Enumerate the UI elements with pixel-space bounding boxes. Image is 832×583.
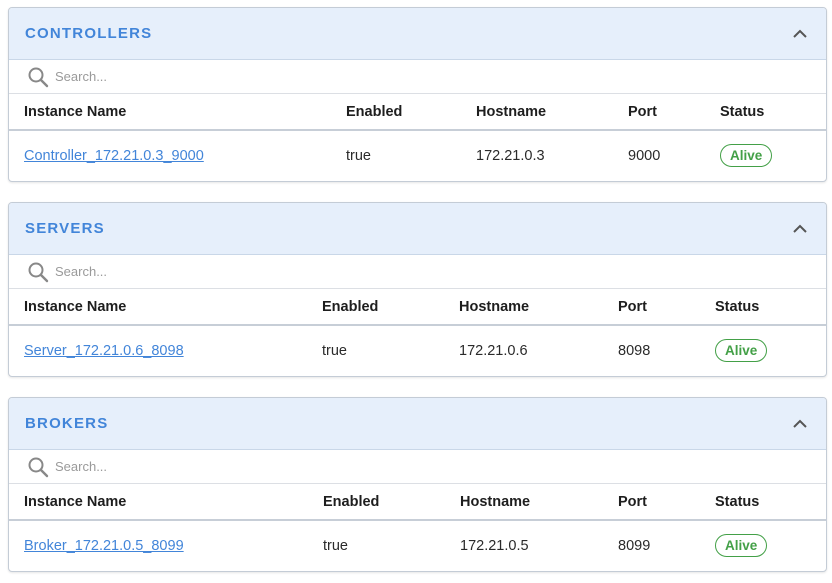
enabled-value: true: [322, 342, 347, 359]
brokers-panel-header[interactable]: BROKERS: [9, 398, 826, 450]
table-header-row: Instance Name Enabled Hostname Port Stat…: [9, 484, 826, 521]
instance-link[interactable]: Controller_172.21.0.3_9000: [24, 148, 204, 164]
search-icon: [28, 457, 49, 477]
column-header-port[interactable]: Port: [618, 484, 647, 519]
table-row: Controller_172.21.0.3_9000 true 172.21.0…: [9, 131, 826, 180]
table-row: Broker_172.21.0.5_8099 true 172.21.0.5 8…: [9, 521, 826, 570]
column-header-enabled[interactable]: Enabled: [346, 94, 402, 129]
instances-table: Instance Name Enabled Hostname Port Stat…: [9, 484, 826, 570]
hostname-value: 172.21.0.6: [459, 342, 528, 359]
enabled-value: true: [346, 147, 371, 164]
column-header-hostname[interactable]: Hostname: [460, 484, 530, 519]
chevron-up-icon[interactable]: [792, 221, 808, 237]
column-header-status[interactable]: Status: [715, 289, 759, 324]
search-icon: [28, 67, 49, 87]
column-header-enabled[interactable]: Enabled: [323, 484, 379, 519]
column-header-hostname[interactable]: Hostname: [476, 94, 546, 129]
column-header-enabled[interactable]: Enabled: [322, 289, 378, 324]
hostname-value: 172.21.0.3: [476, 147, 545, 164]
column-header-port[interactable]: Port: [618, 289, 647, 324]
panel-title: BROKERS: [25, 415, 109, 432]
servers-panel: SERVERS Instance Name Enabled Hostname P…: [8, 202, 827, 377]
search-bar: [9, 255, 826, 289]
column-header-hostname[interactable]: Hostname: [459, 289, 529, 324]
search-icon: [28, 262, 49, 282]
search-bar: [9, 60, 826, 94]
status-badge: Alive: [715, 533, 768, 558]
search-input[interactable]: [55, 69, 355, 84]
controllers-panel: CONTROLLERS Instance Name Enabled Hostna…: [8, 7, 827, 182]
port-value: 9000: [628, 147, 661, 164]
table-row: Server_172.21.0.6_8098 true 172.21.0.6 8…: [9, 326, 826, 375]
panel-title: SERVERS: [25, 220, 105, 237]
column-header-instance-name[interactable]: Instance Name: [24, 94, 126, 129]
chevron-up-icon[interactable]: [792, 416, 808, 432]
column-header-instance-name[interactable]: Instance Name: [24, 289, 126, 324]
panel-title: CONTROLLERS: [25, 25, 153, 42]
column-header-status[interactable]: Status: [720, 94, 764, 129]
servers-panel-header[interactable]: SERVERS: [9, 203, 826, 255]
table-header-row: Instance Name Enabled Hostname Port Stat…: [9, 289, 826, 326]
brokers-panel: BROKERS Instance Name Enabled Hostname P…: [8, 397, 827, 572]
status-badge: Alive: [720, 143, 773, 168]
instance-link[interactable]: Server_172.21.0.6_8098: [24, 343, 184, 359]
table-header-row: Instance Name Enabled Hostname Port Stat…: [9, 94, 826, 131]
instance-link[interactable]: Broker_172.21.0.5_8099: [24, 538, 184, 554]
column-header-port[interactable]: Port: [628, 94, 657, 129]
instances-table: Instance Name Enabled Hostname Port Stat…: [9, 289, 826, 375]
chevron-up-icon[interactable]: [792, 26, 808, 42]
search-bar: [9, 450, 826, 484]
port-value: 8098: [618, 342, 651, 359]
enabled-value: true: [323, 537, 348, 554]
search-input[interactable]: [55, 264, 355, 279]
instances-table: Instance Name Enabled Hostname Port Stat…: [9, 94, 826, 180]
column-header-status[interactable]: Status: [715, 484, 759, 519]
port-value: 8099: [618, 537, 651, 554]
hostname-value: 172.21.0.5: [460, 537, 529, 554]
search-input[interactable]: [55, 459, 355, 474]
controllers-panel-header[interactable]: CONTROLLERS: [9, 8, 826, 60]
status-badge: Alive: [715, 338, 768, 363]
column-header-instance-name[interactable]: Instance Name: [24, 484, 126, 519]
